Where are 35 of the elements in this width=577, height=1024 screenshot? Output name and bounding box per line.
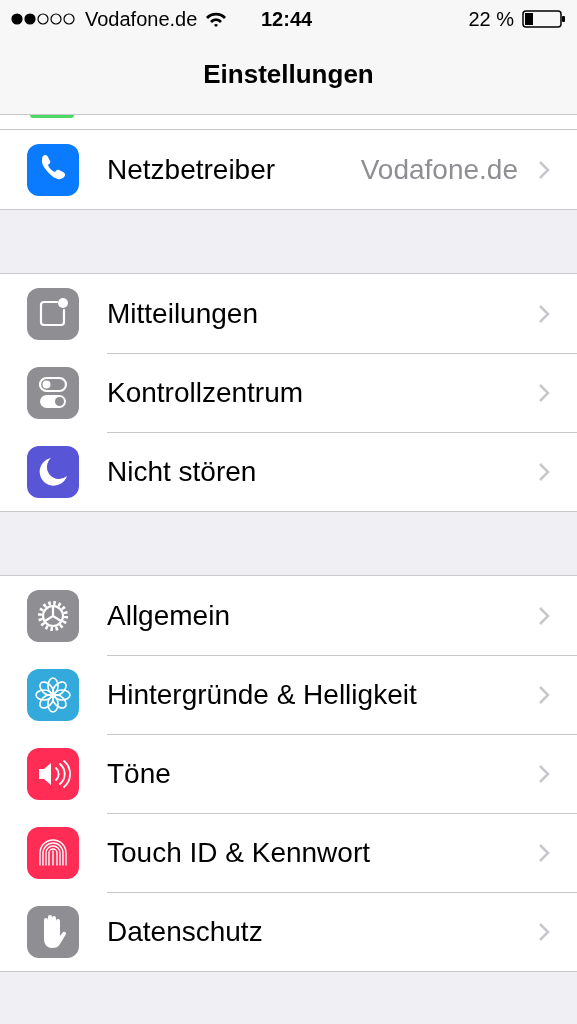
row-label: Kontrollzentrum: [107, 376, 304, 410]
chevron-icon: [538, 922, 550, 942]
settings-row[interactable]: Töne: [0, 734, 577, 813]
settings-row[interactable]: Netzbetreiber Vodafone.de: [0, 130, 577, 209]
chevron-icon: [538, 843, 550, 863]
settings-row[interactable]: Allgemein: [0, 576, 577, 655]
nav-title: Einstellungen: [203, 58, 374, 91]
settings-row[interactable]: Kontrollzentrum: [0, 353, 577, 432]
clock-time: 12:44: [261, 7, 313, 32]
wifi-icon: [205, 11, 228, 27]
row-label: Netzbetreiber: [107, 152, 276, 187]
chevron-icon: [538, 303, 550, 324]
row-label: Töne: [107, 757, 171, 791]
chevron-icon: [538, 159, 550, 180]
signal-icon: [11, 12, 77, 26]
settings-row[interactable]: Hintergründe & Helligkeit: [0, 655, 577, 734]
settings-row[interactable]: Nicht stören: [0, 432, 577, 511]
settings-row[interactable]: Datenschutz: [0, 892, 577, 971]
battery-percent: 22 %: [468, 7, 514, 32]
chevron-icon: [538, 685, 550, 705]
row-label: Allgemein: [107, 598, 230, 633]
chevron-icon: [538, 462, 550, 482]
chevron-icon: [538, 605, 550, 626]
battery-icon: [522, 10, 566, 28]
row-label: Nicht stören: [107, 455, 257, 489]
row-label: Hintergründe & Helligkeit: [107, 678, 417, 712]
settings-row[interactable]: Mitteilungen: [0, 274, 577, 353]
carrier-name: Vodafone.de: [85, 7, 198, 32]
chevron-icon: [538, 383, 550, 403]
row-value: Vodafone.de: [360, 152, 518, 187]
chevron-icon: [538, 764, 550, 784]
row-label: Mitteilungen: [107, 296, 258, 331]
settings-row[interactable]: Touch ID & Kennwort: [0, 813, 577, 892]
row-label: Touch ID & Kennwort: [107, 836, 371, 870]
row-label: Datenschutz: [107, 915, 263, 949]
